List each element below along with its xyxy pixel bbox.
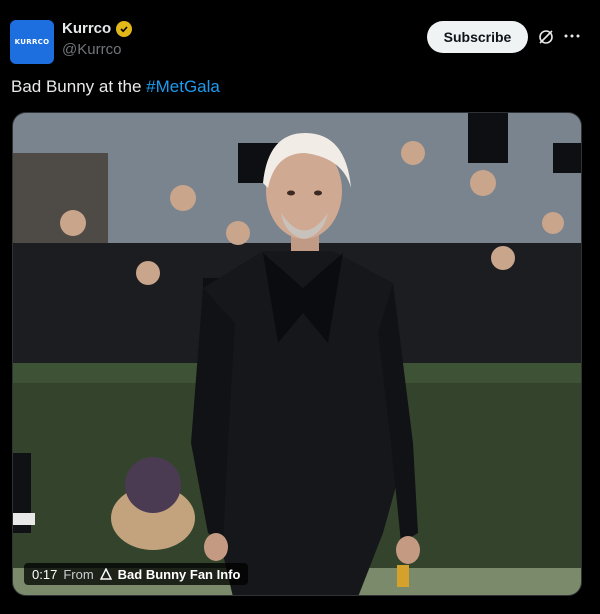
from-label: From <box>63 566 94 582</box>
post: KURRCO Kurrco @Kurrco Subscribe Bad Bunn… <box>0 0 600 614</box>
video-frame <box>13 113 581 595</box>
grok-icon[interactable] <box>537 28 555 46</box>
handle[interactable]: @Kurrco <box>62 41 132 58</box>
avatar-logo-text: KURRCO <box>14 38 50 46</box>
author-block: Kurrco @Kurrco <box>62 20 133 58</box>
video-timestamp: 0:17 <box>32 566 58 582</box>
subscribe-button[interactable]: Subscribe <box>427 21 528 53</box>
post-text: Bad Bunny at the #MetGala <box>11 77 220 97</box>
more-icon[interactable] <box>562 26 582 46</box>
source-logo-icon <box>99 568 112 580</box>
verified-badge-icon[interactable] <box>116 20 133 37</box>
source-name-link[interactable]: Bad Bunny Fan Info <box>118 567 241 582</box>
post-text-body: Bad Bunny at the <box>11 77 147 96</box>
video-player[interactable] <box>12 112 582 596</box>
avatar[interactable]: KURRCO <box>10 20 54 64</box>
display-name[interactable]: Kurrco <box>62 20 111 37</box>
hashtag-link[interactable]: #MetGala <box>146 77 220 96</box>
name-row: Kurrco <box>62 20 133 37</box>
video-info-badge: 0:17 From Bad Bunny Fan Info <box>24 563 249 585</box>
